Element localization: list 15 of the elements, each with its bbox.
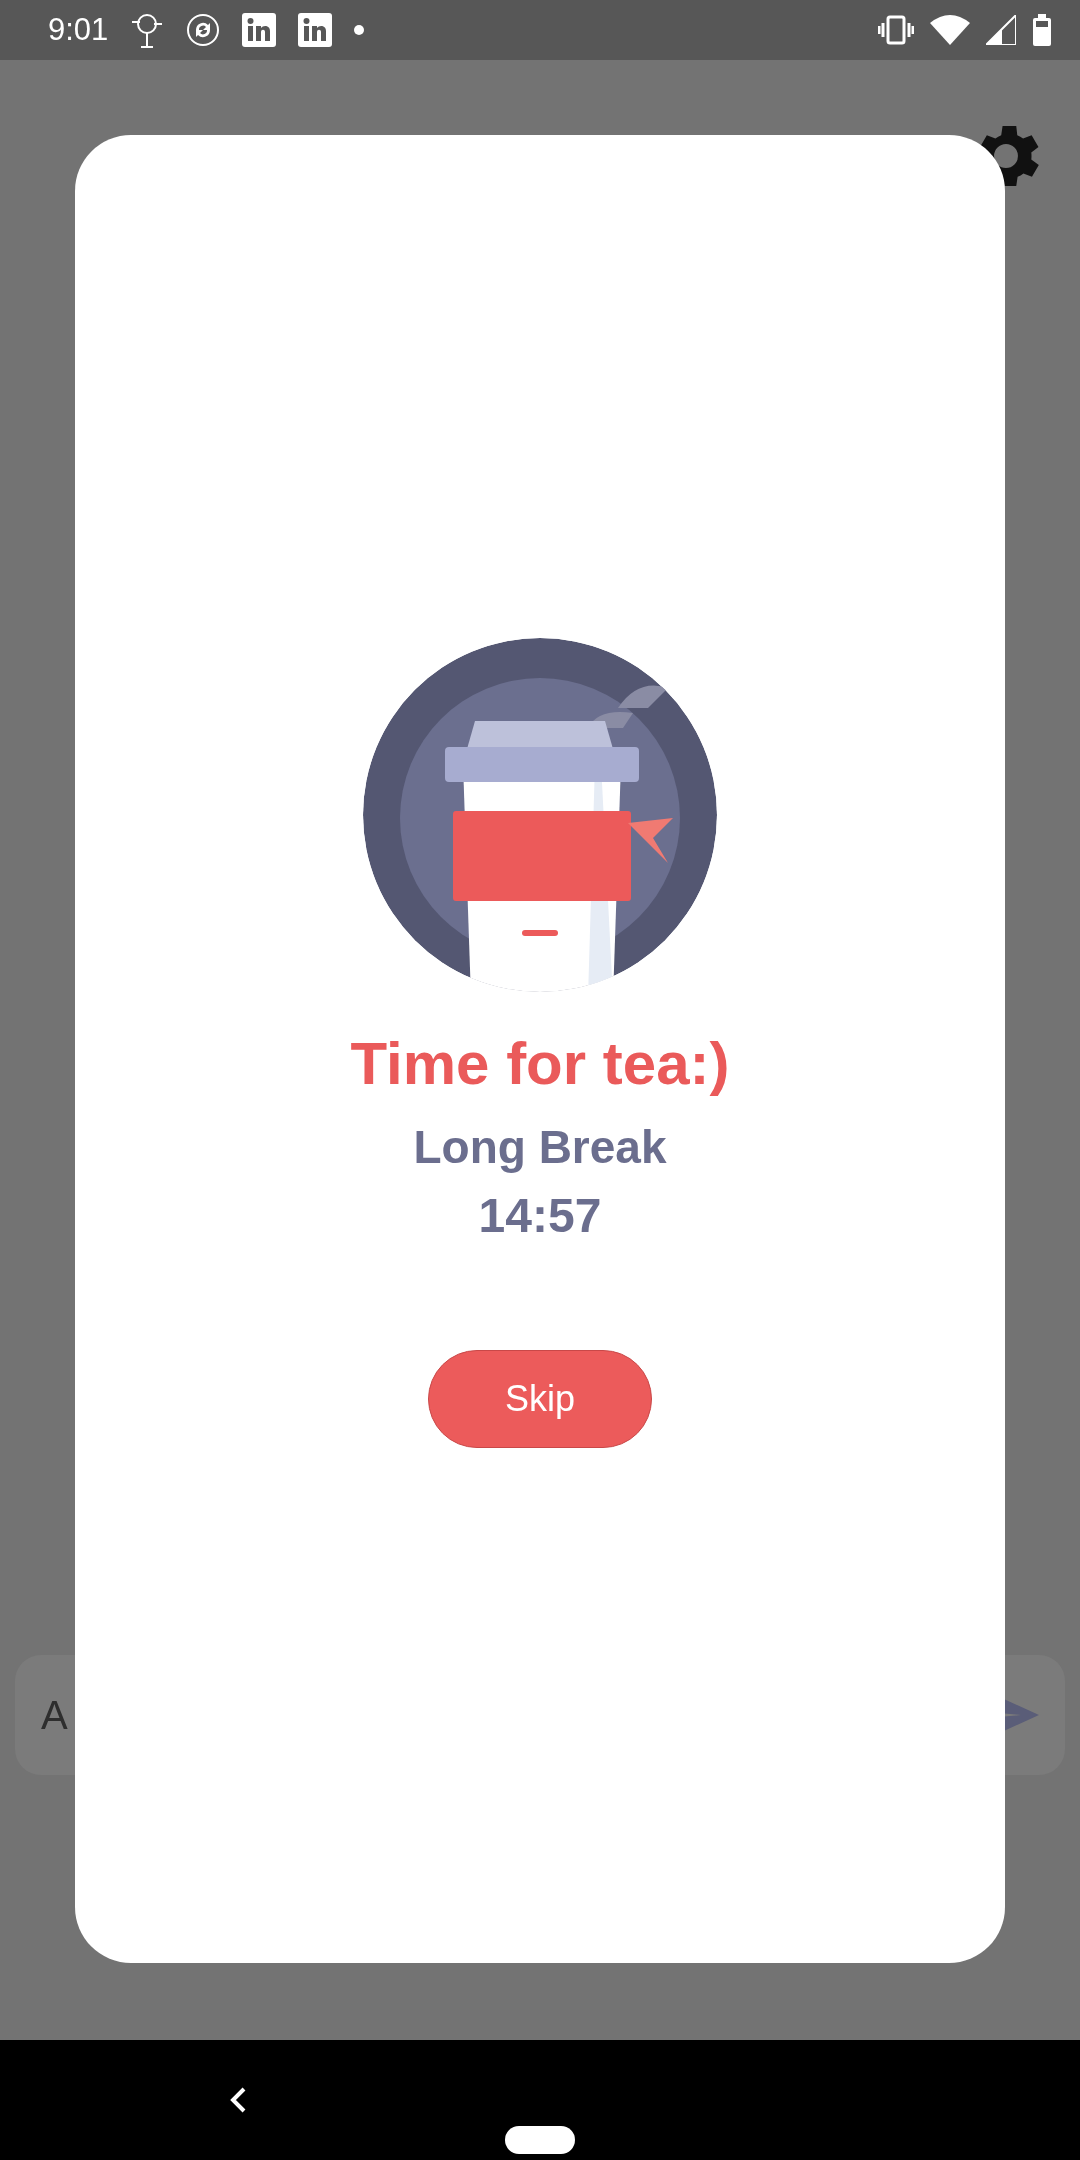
skip-button[interactable]: Skip xyxy=(428,1350,652,1448)
linkedin-icon xyxy=(242,13,277,47)
back-icon[interactable] xyxy=(228,2086,248,2114)
battery-icon xyxy=(1032,14,1052,46)
signal-icon xyxy=(986,15,1016,45)
wifi-icon xyxy=(930,15,970,45)
linkedin-icon xyxy=(298,13,333,47)
dot-icon xyxy=(354,25,365,35)
task-input-field[interactable]: A xyxy=(39,1684,995,1746)
sync-icon xyxy=(186,13,221,47)
countdown-timer: 14:57 xyxy=(478,1192,602,1240)
status-time: 9:01 xyxy=(48,10,109,49)
home-handle[interactable] xyxy=(505,2126,575,2154)
vibrate-icon xyxy=(878,15,914,45)
dialog-title: Time for tea:) xyxy=(350,1034,730,1094)
